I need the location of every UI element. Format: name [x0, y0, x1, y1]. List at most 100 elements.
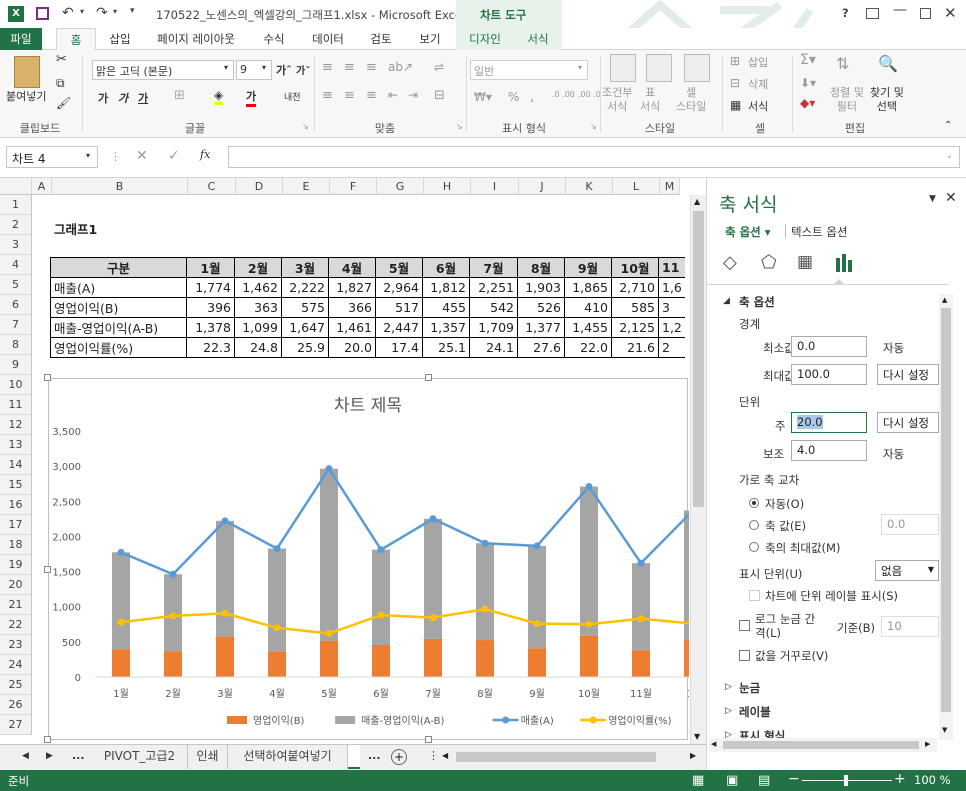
row-header-15[interactable]: 15	[0, 475, 32, 495]
size-properties-icon[interactable]: ▦	[797, 252, 813, 272]
chart-handle-left[interactable]	[44, 566, 51, 573]
data-point[interactable]	[533, 620, 541, 628]
phonetic-icon[interactable]: 내천	[284, 90, 301, 103]
alignment-dialog-launcher-icon[interactable]: ↘	[456, 122, 463, 131]
legend-label[interactable]: 매출-영업이익(A-B)	[361, 714, 444, 727]
bar[interactable]	[268, 651, 286, 677]
bar[interactable]	[320, 640, 338, 677]
bar[interactable]	[580, 635, 598, 677]
x-tick-label[interactable]: 5월	[321, 688, 337, 700]
row-header-17[interactable]: 17	[0, 515, 32, 535]
font-color-icon[interactable]: 가	[246, 88, 257, 107]
font-size-dropdown-icon[interactable]: ▾	[262, 63, 266, 72]
table-cell[interactable]: 17.4	[375, 337, 423, 358]
fill-line-icon[interactable]: ◇	[723, 252, 737, 273]
table-header-cell[interactable]: 6월	[422, 257, 470, 278]
data-point[interactable]	[273, 545, 281, 553]
row-header-25[interactable]: 25	[0, 675, 32, 695]
major-input[interactable]: 20.0	[791, 412, 867, 433]
table-cell[interactable]: 1,6	[658, 277, 685, 298]
next-sheet-icon[interactable]: ▶	[46, 751, 53, 761]
column-header-c[interactable]: C	[188, 178, 236, 195]
row-header-11[interactable]: 11	[0, 395, 32, 415]
bar[interactable]	[528, 545, 546, 649]
row-header-18[interactable]: 18	[0, 535, 32, 555]
prev-sheet-icon[interactable]: ◀	[22, 751, 29, 761]
minor-input[interactable]: 4.0	[791, 440, 867, 461]
table-cell[interactable]: 1,377	[517, 317, 565, 338]
align-middle-icon[interactable]: ≡	[344, 60, 355, 75]
log-base-input[interactable]: 10	[881, 616, 939, 637]
table-header-cell[interactable]: 8월	[517, 257, 565, 278]
y-tick-label[interactable]: 2,000	[52, 532, 81, 543]
table-cell[interactable]: 517	[375, 297, 423, 318]
normal-view-icon[interactable]: ▦	[692, 773, 704, 788]
table-cell[interactable]: 585	[611, 297, 659, 318]
page-layout-view-icon[interactable]: ▣	[726, 773, 738, 788]
data-point[interactable]	[377, 611, 385, 619]
increase-indent-icon[interactable]: ⇥	[408, 88, 418, 102]
pane-options-dropdown-icon[interactable]: ▼	[929, 194, 936, 204]
redo-icon[interactable]: ↷	[96, 5, 108, 21]
accounting-format-icon[interactable]: ₩▾	[474, 90, 492, 104]
row-header-2[interactable]: 2	[0, 215, 32, 235]
align-bottom-icon[interactable]: ≡	[366, 60, 377, 75]
cancel-entry-icon[interactable]: ✕	[136, 148, 148, 164]
table-cell[interactable]: 1,357	[422, 317, 470, 338]
min-input[interactable]: 0.0	[791, 336, 867, 357]
bar[interactable]	[112, 649, 130, 677]
bar[interactable]	[528, 648, 546, 677]
row-header-20[interactable]: 20	[0, 575, 32, 595]
number-format-dropdown-icon[interactable]: ▾	[578, 63, 582, 72]
table-cell[interactable]: 3	[658, 297, 685, 318]
paste-icon[interactable]	[14, 56, 40, 88]
sheet-title[interactable]: 그래프1	[54, 219, 97, 238]
wrap-text-icon[interactable]: ⇌	[434, 60, 444, 74]
bold-icon[interactable]: 가	[98, 90, 108, 106]
cross-value-input[interactable]: 0.0	[881, 514, 939, 535]
merge-center-icon[interactable]: ⊟	[434, 88, 445, 103]
row-header-10[interactable]: 10	[0, 375, 32, 395]
row-header-8[interactable]: 8	[0, 335, 32, 355]
x-tick-label[interactable]: 12	[687, 689, 689, 700]
row-header-13[interactable]: 13	[0, 435, 32, 455]
legend-label[interactable]: 영업이익(B)	[253, 714, 305, 727]
close-button[interactable]: ✕	[944, 4, 957, 22]
ribbon-display-icon[interactable]	[866, 8, 879, 19]
data-point[interactable]	[169, 570, 177, 578]
orientation-icon[interactable]: ab↗	[388, 60, 413, 74]
table-cell[interactable]: 22.0	[564, 337, 612, 358]
scroll-left-icon[interactable]: ◀	[442, 751, 448, 760]
formula-bar-resize-icon[interactable]: ⋮	[110, 150, 121, 163]
cross-max-radio[interactable]	[749, 542, 759, 552]
table-row-label[interactable]: 매출-영업이익(A-B)	[50, 317, 187, 338]
table-header-cell[interactable]: 구분	[50, 257, 187, 278]
table-cell[interactable]: 1,462	[234, 277, 282, 298]
column-header-m[interactable]: M	[660, 178, 680, 195]
legend-swatch[interactable]	[335, 716, 356, 724]
cross-auto-radio[interactable]	[749, 498, 759, 508]
max-input[interactable]: 100.0	[791, 364, 867, 385]
table-cell[interactable]: 2,964	[375, 277, 423, 298]
legend-marker[interactable]	[502, 716, 510, 724]
horizontal-scrollbar[interactable]: ◀ ▶	[440, 749, 702, 765]
x-tick-label[interactable]: 7월	[425, 688, 441, 700]
table-cell[interactable]: 1,099	[234, 317, 282, 338]
sheet-tab-print[interactable]: 인쇄	[188, 745, 228, 769]
save-icon[interactable]	[36, 7, 49, 20]
reverse-label[interactable]: 값을 거꾸로(V)	[755, 648, 828, 664]
cross-max-label[interactable]: 축의 최대값(M)	[765, 540, 840, 556]
x-tick-label[interactable]: 11월	[630, 688, 652, 700]
table-row-label[interactable]: 영업이익(B)	[50, 297, 187, 318]
log-scale-label[interactable]: 로그 눈금 간 격(L)	[755, 612, 815, 640]
cross-auto-label[interactable]: 자동(O)	[765, 496, 804, 512]
pane-scroll-down-icon[interactable]: ▼	[942, 726, 947, 734]
axis-options-icon[interactable]	[835, 252, 853, 272]
insert-function-icon[interactable]: fx	[200, 148, 210, 161]
bar[interactable]	[580, 486, 598, 636]
undo-icon[interactable]: ↶	[62, 5, 74, 21]
tab-split-icon[interactable]: ⋮	[428, 749, 439, 762]
fill-color-icon[interactable]: ◈	[214, 88, 224, 105]
row-header-23[interactable]: 23	[0, 635, 32, 655]
scroll-right-icon[interactable]: ▶	[690, 751, 696, 760]
